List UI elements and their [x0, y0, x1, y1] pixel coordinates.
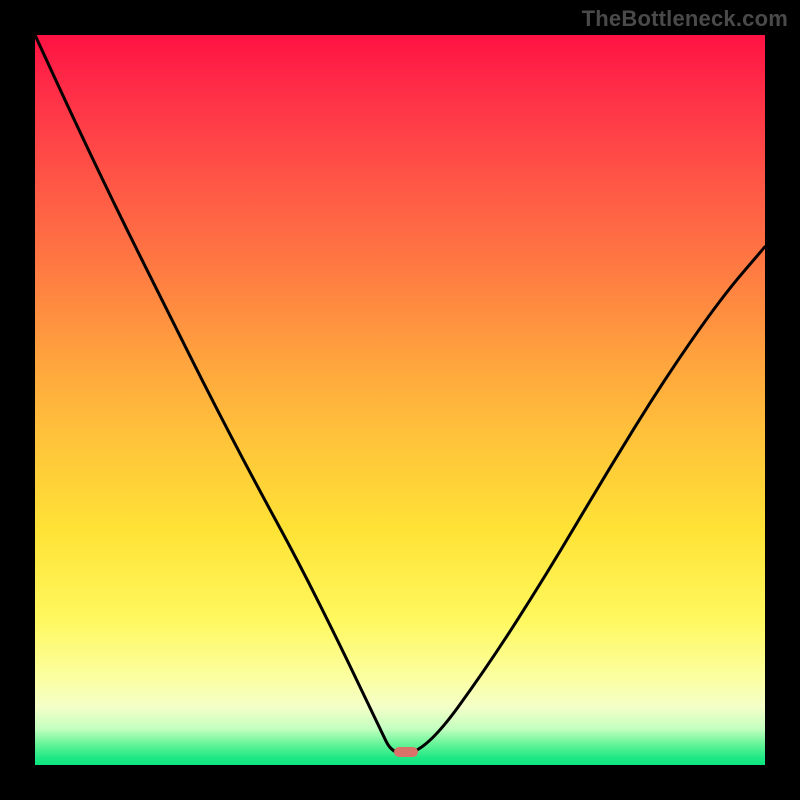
chart-frame: TheBottleneck.com	[0, 0, 800, 800]
plot-area	[35, 35, 765, 765]
minimum-marker	[394, 747, 418, 757]
bottleneck-curve	[35, 35, 765, 765]
watermark-text: TheBottleneck.com	[582, 6, 788, 32]
curve-path	[35, 35, 765, 754]
